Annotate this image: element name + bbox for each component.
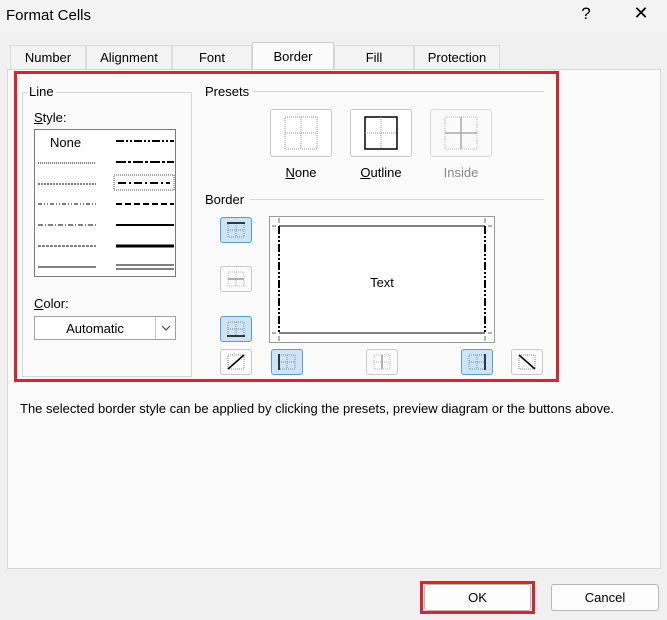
preview-text: Text	[370, 275, 394, 290]
preset-outline-label: Outline	[360, 165, 402, 180]
preset-outline-icon	[364, 116, 398, 150]
tab-protection[interactable]: Protection	[414, 45, 500, 69]
style-label: Style:	[34, 110, 67, 125]
title-bar	[0, 0, 667, 32]
chevron-down-icon[interactable]	[155, 317, 175, 339]
hint-text: The selected border style can be applied…	[20, 401, 615, 416]
ok-button[interactable]: OK	[424, 584, 531, 611]
tab-alignment[interactable]: Alignment	[86, 45, 172, 69]
diagonal-down-icon	[518, 354, 536, 370]
cancel-button[interactable]: Cancel	[551, 584, 659, 611]
preset-outline-button[interactable]	[350, 109, 412, 157]
preset-inside-icon	[444, 116, 478, 150]
preset-none-label: None	[285, 165, 317, 180]
border-inside-horizontal-icon	[227, 271, 245, 287]
border-left-button[interactable]	[271, 349, 303, 375]
presets-label: Presets	[205, 84, 250, 99]
border-left-icon	[278, 354, 296, 370]
preset-inside-button[interactable]	[430, 109, 492, 157]
border-label: Border	[205, 192, 245, 207]
border-inside-vertical-icon	[373, 354, 391, 370]
border-right-icon	[468, 354, 486, 370]
preset-none-button[interactable]	[270, 109, 332, 157]
dialog-title: Format Cells	[6, 7, 92, 24]
tab-number[interactable]: Number	[10, 45, 86, 69]
diagonal-up-icon	[227, 354, 245, 370]
close-button[interactable]: ✕	[630, 3, 652, 24]
presets-rule	[252, 91, 544, 92]
tab-fill[interactable]: Fill	[334, 45, 414, 69]
border-top-icon	[227, 222, 245, 238]
border-bottom-button[interactable]	[220, 316, 252, 342]
border-bottom-icon	[227, 321, 245, 337]
color-label: Color:	[34, 296, 69, 311]
line-style-samples[interactable]	[34, 129, 176, 277]
tab-font[interactable]: Font	[172, 45, 252, 69]
border-diagonal-up-button[interactable]	[220, 349, 252, 375]
color-value: Automatic	[66, 321, 124, 336]
line-group-label: Line	[27, 84, 56, 99]
border-right-button[interactable]	[461, 349, 493, 375]
preset-none-icon	[284, 116, 318, 150]
border-inside-vertical-button[interactable]	[366, 349, 398, 375]
border-top-button[interactable]	[220, 217, 252, 243]
border-inside-horizontal-button[interactable]	[220, 266, 252, 292]
border-rule	[250, 199, 544, 200]
border-diagonal-down-button[interactable]	[511, 349, 543, 375]
tab-border[interactable]: Border	[252, 42, 334, 70]
preset-inside-label: Inside	[443, 165, 479, 180]
help-button[interactable]: ?	[576, 4, 596, 24]
